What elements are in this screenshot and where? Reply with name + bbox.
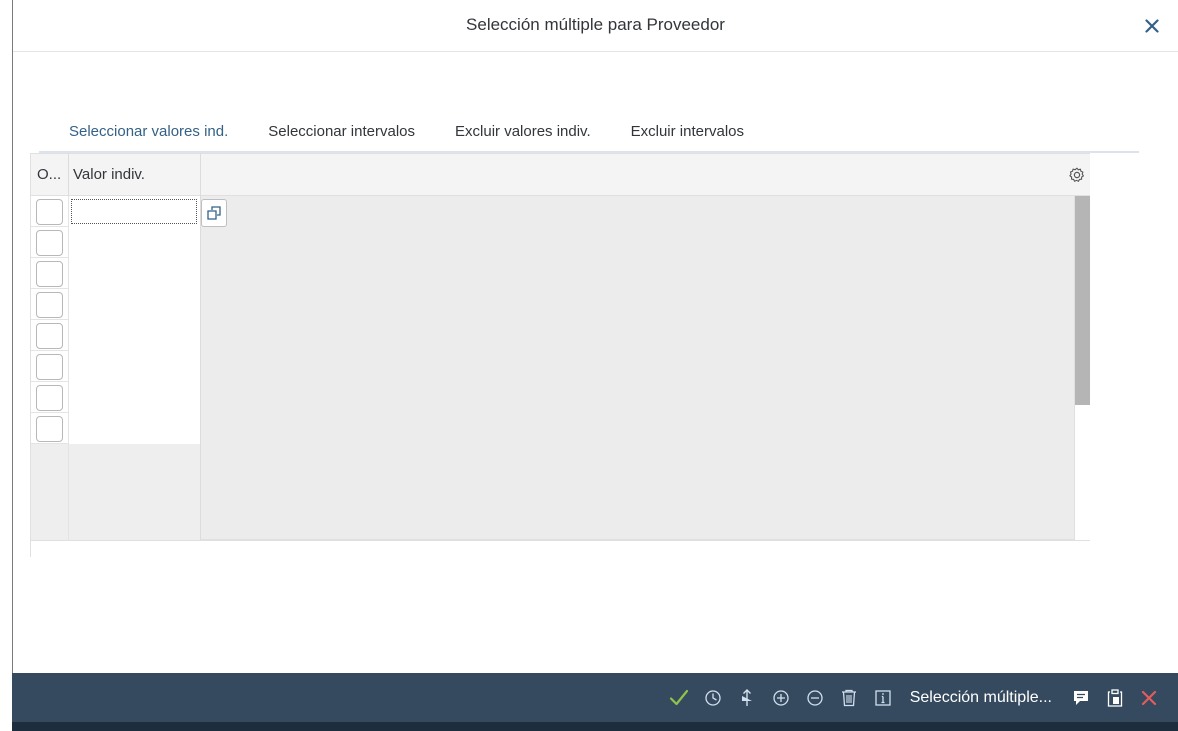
minus-circle-icon <box>807 689 823 706</box>
table-settings-button[interactable] <box>1068 166 1086 184</box>
row-selector-cell <box>31 413 69 444</box>
value-help-button[interactable] <box>201 199 227 227</box>
table-row <box>31 258 201 289</box>
value-cell <box>69 506 201 540</box>
row-selector-cell <box>31 444 69 475</box>
row-selector[interactable] <box>36 261 63 287</box>
value-cell <box>69 475 201 506</box>
trash-icon <box>841 689 856 706</box>
table-row-empty <box>31 444 201 475</box>
plus-circle-icon <box>773 689 789 706</box>
value-cell <box>69 444 201 475</box>
value-cell[interactable] <box>69 413 201 444</box>
table-empty-area <box>201 196 1074 540</box>
table-header: O... Valor indiv. <box>31 154 1090 196</box>
single-value-input[interactable] <box>71 199 197 224</box>
dialog-header: Selección múltiple para Proveedor <box>13 0 1178 52</box>
row-selector-cell <box>31 227 69 258</box>
checkmark-icon <box>669 689 688 705</box>
history-button[interactable] <box>696 682 730 714</box>
row-selector[interactable] <box>36 385 63 411</box>
add-row-button[interactable] <box>764 682 798 714</box>
comment-icon <box>1074 690 1088 705</box>
value-cell[interactable] <box>69 227 201 258</box>
close-icon <box>1145 19 1159 33</box>
column-header-value[interactable]: Valor indiv. <box>69 154 201 196</box>
vertical-scrollbar[interactable] <box>1074 196 1090 540</box>
history-icon <box>705 689 721 706</box>
scrollbar-thumb[interactable] <box>1075 196 1090 405</box>
close-button[interactable] <box>1138 10 1166 42</box>
import-button[interactable] <box>730 682 764 714</box>
row-selector[interactable] <box>36 230 63 256</box>
import-icon <box>741 688 752 706</box>
multiple-selection-menu[interactable]: Selección múltiple... <box>900 682 1064 714</box>
tab-exclude-ranges[interactable]: Excluir intervalos <box>617 122 758 154</box>
cancel-button[interactable] <box>1132 682 1166 714</box>
tab-exclude-single-values[interactable]: Excluir valores indiv. <box>441 122 605 154</box>
table-row <box>31 289 201 320</box>
clipboard-icon <box>1107 688 1123 707</box>
remove-row-button[interactable] <box>798 682 832 714</box>
table-row-empty <box>31 506 201 540</box>
cancel-icon <box>1141 690 1157 705</box>
table-row <box>31 227 201 258</box>
row-selector[interactable] <box>36 199 63 225</box>
table-row <box>31 382 201 413</box>
row-selector[interactable] <box>36 416 63 442</box>
value-cell[interactable] <box>69 382 201 413</box>
table-row <box>31 320 201 351</box>
row-selector-cell <box>31 351 69 382</box>
info-icon <box>875 689 891 706</box>
table-body <box>31 196 1074 540</box>
delete-all-button[interactable] <box>832 682 866 714</box>
table-row-empty <box>31 475 201 506</box>
tab-select-ranges[interactable]: Seleccionar intervalos <box>254 122 429 154</box>
dialog-title: Selección múltiple para Proveedor <box>466 15 725 34</box>
info-button[interactable] <box>866 682 900 714</box>
toolbar: Selección múltiple... <box>662 673 1166 722</box>
row-selector-cell <box>31 506 69 540</box>
values-table: O... Valor indiv. <box>30 153 1090 557</box>
row-selector-cell <box>31 258 69 289</box>
row-selector-cell <box>31 289 69 320</box>
gear-icon <box>1069 167 1084 182</box>
row-selector[interactable] <box>36 292 63 318</box>
table-row <box>31 413 201 444</box>
table-row <box>31 351 201 382</box>
row-selector-cell <box>31 382 69 413</box>
row-selector-cell <box>31 196 69 227</box>
value-cell <box>69 196 201 227</box>
value-cell[interactable] <box>69 320 201 351</box>
row-selector[interactable] <box>36 354 63 380</box>
row-selector[interactable] <box>36 323 63 349</box>
row-selector-cell <box>31 320 69 351</box>
paste-button[interactable] <box>1098 682 1132 714</box>
value-help-icon <box>207 206 221 220</box>
comment-button[interactable] <box>1064 682 1098 714</box>
tab-select-single-values[interactable]: Seleccionar valores ind. <box>55 122 243 154</box>
multiple-selection-dialog: Selección múltiple para Proveedor Selecc… <box>12 0 1178 731</box>
table-row <box>31 196 201 227</box>
tab-bar: Seleccionar valores ind. Seleccionar int… <box>55 122 770 154</box>
value-cell[interactable] <box>69 289 201 320</box>
row-selector-cell <box>31 475 69 506</box>
column-header-option[interactable]: O... <box>31 154 69 196</box>
table-footer <box>31 540 1090 557</box>
value-cell[interactable] <box>69 351 201 382</box>
value-cell[interactable] <box>69 258 201 289</box>
confirm-button[interactable] <box>662 682 696 714</box>
footer-bottom-strip <box>12 722 1178 731</box>
